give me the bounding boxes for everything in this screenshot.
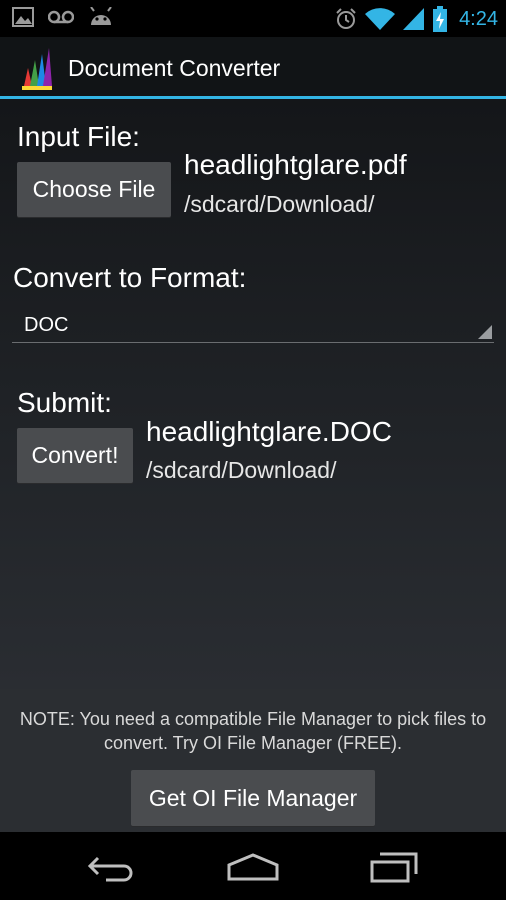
get-oi-file-manager-button[interactable]: Get OI File Manager [131, 770, 375, 826]
signal-icon [403, 8, 425, 30]
status-bar: 4:24 [0, 0, 506, 37]
voicemail-icon [48, 10, 74, 24]
home-icon[interactable] [226, 852, 280, 882]
input-filename: headlightglare.pdf [184, 149, 407, 180]
status-clock: 4:24 [459, 7, 498, 30]
app-logo-icon[interactable] [22, 46, 52, 90]
file-manager-note: NOTE: You need a compatible File Manager… [19, 709, 487, 753]
notification-icons [12, 6, 114, 28]
app-title: Document Converter [68, 55, 281, 81]
battery-charging-icon [433, 6, 448, 32]
back-icon[interactable] [86, 854, 138, 882]
alarm-icon [336, 8, 356, 29]
system-icons: 4:24 [335, 6, 498, 32]
input-file-label: Input File: [17, 121, 140, 152]
dropdown-arrow-icon [478, 325, 492, 339]
choose-file-button[interactable]: Choose File [17, 162, 171, 217]
wifi-icon [365, 8, 396, 30]
output-filename: headlightglare.DOC [146, 416, 392, 447]
main-content: Input File: Choose File headlightglare.p… [0, 99, 506, 689]
format-dropdown[interactable]: DOC [12, 304, 494, 343]
convert-format-label: Convert to Format: [13, 262, 247, 293]
submit-label: Submit: [17, 387, 112, 418]
footer-panel: NOTE: You need a compatible File Manager… [0, 689, 506, 832]
recents-icon[interactable] [368, 850, 420, 884]
input-path: /sdcard/Download/ [184, 191, 375, 217]
output-path: /sdcard/Download/ [146, 457, 337, 483]
format-selected-value: DOC [24, 314, 69, 336]
action-bar: Document Converter [0, 37, 506, 99]
navigation-bar [0, 832, 506, 900]
android-icon [90, 7, 112, 25]
convert-button[interactable]: Convert! [17, 428, 133, 483]
picture-icon [12, 7, 34, 27]
